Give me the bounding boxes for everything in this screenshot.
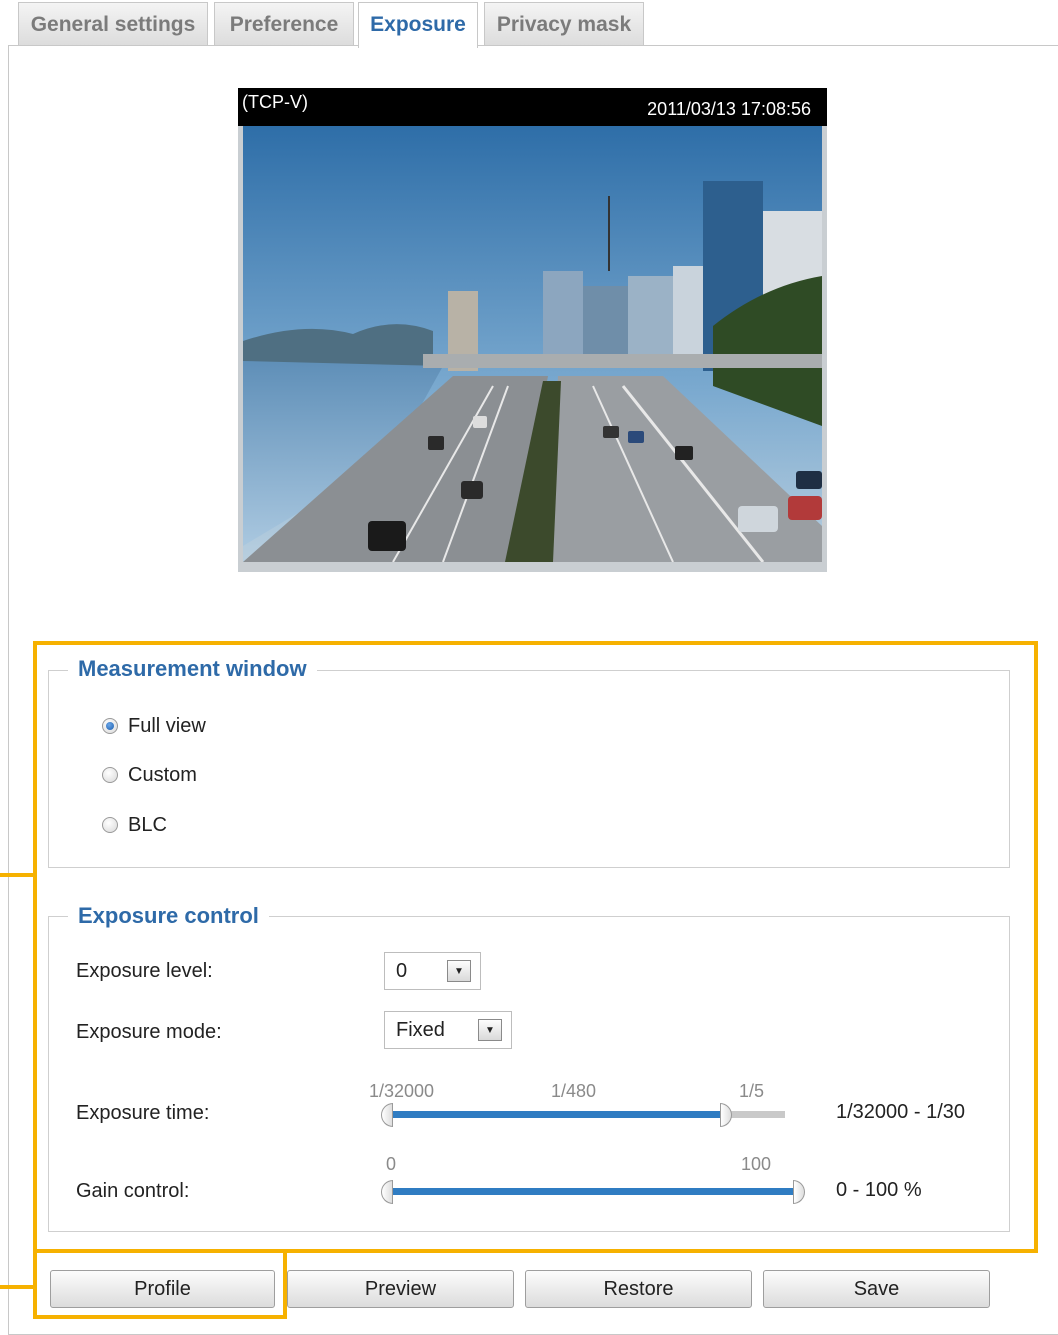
exposure-time-slider-fill [390, 1111, 722, 1118]
measurement-window-title: Measurement window [68, 656, 317, 682]
chevron-down-icon: ▼ [447, 960, 471, 982]
gain-tick-max: 100 [741, 1154, 772, 1174]
tab-exposure[interactable]: Exposure [358, 2, 478, 48]
radio-custom[interactable]: Custom [102, 762, 197, 788]
radio-unselected-icon [102, 767, 118, 783]
exposure-mode-value: Fixed [396, 1018, 445, 1041]
exposure-time-tick-min: 1/32000 [369, 1081, 435, 1101]
gain-tick-min: 0 [386, 1154, 397, 1174]
radio-full-view[interactable]: Full view [102, 713, 206, 739]
radio-blc-label: BLC [128, 813, 167, 836]
radio-unselected-icon [102, 817, 118, 833]
exposure-level-label: Exposure level: [76, 960, 213, 982]
exposure-time-tick-max: 1/5 [739, 1081, 765, 1101]
radio-selected-icon [102, 718, 118, 734]
exposure-time-range: 1/32000 - 1/30 [836, 1101, 965, 1123]
stream-label: (TCP-V) [242, 92, 308, 112]
video-frame-image [243, 126, 822, 562]
radio-blc[interactable]: BLC [102, 812, 167, 838]
video-caption-bar: (TCP-V) 2011/03/13 17:08:56 [238, 88, 827, 126]
exposure-time-label: Exposure time: [76, 1102, 210, 1124]
gain-control-label: Gain control: [76, 1180, 190, 1202]
tab-preference[interactable]: Preference [214, 2, 354, 46]
exposure-level-select[interactable]: 0 ▼ [384, 952, 481, 990]
exposure-time-tick-mid: 1/480 [551, 1081, 597, 1101]
radio-full-view-label: Full view [128, 714, 206, 737]
chevron-down-icon: ▼ [478, 1019, 502, 1041]
exposure-mode-select[interactable]: Fixed ▼ [384, 1011, 512, 1049]
preview-button[interactable]: Preview [287, 1270, 514, 1308]
settings-callout-leader [0, 873, 35, 877]
exposure-mode-label: Exposure mode: [76, 1021, 222, 1043]
video-timestamp: 2011/03/13 17:08:56 [647, 99, 811, 119]
live-video-view: (TCP-V) 2011/03/13 17:08:56 [238, 88, 827, 572]
gain-control-slider[interactable] [390, 1188, 795, 1195]
restore-button[interactable]: Restore [525, 1270, 752, 1308]
save-button[interactable]: Save [763, 1270, 990, 1308]
gain-control-range: 0 - 100 % [836, 1179, 922, 1201]
profile-callout-leader [0, 1285, 35, 1289]
exposure-control-title: Exposure control [68, 903, 269, 929]
tab-general-settings[interactable]: General settings [18, 2, 208, 46]
exposure-level-value: 0 [396, 959, 408, 982]
profile-button[interactable]: Profile [50, 1270, 275, 1308]
tab-privacy-mask[interactable]: Privacy mask [484, 2, 644, 46]
radio-custom-label: Custom [128, 763, 197, 786]
gain-control-slider-fill [390, 1188, 795, 1195]
